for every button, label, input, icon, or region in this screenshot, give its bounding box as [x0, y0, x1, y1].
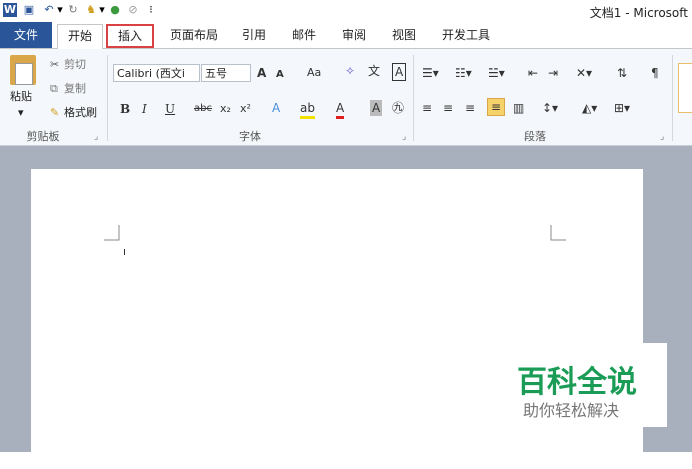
tab-references[interactable]: 引用	[236, 24, 272, 46]
align-center-icon[interactable]: ≡	[443, 100, 453, 116]
tab-file[interactable]: 文件	[0, 22, 52, 48]
save-icon[interactable]: ▣	[22, 3, 36, 17]
tab-page-layout[interactable]: 页面布局	[166, 24, 222, 46]
decrease-indent-icon[interactable]: ⇤	[528, 65, 538, 81]
superscript-icon[interactable]: x²	[240, 101, 251, 117]
distributed-icon[interactable]: ▥	[513, 100, 524, 116]
tab-home[interactable]: 开始	[57, 24, 103, 49]
group-separator	[672, 55, 673, 141]
italic-icon[interactable]: I	[142, 101, 147, 117]
justify-icon[interactable]: ≡	[487, 98, 506, 116]
paste-button[interactable]: 粘贴	[10, 89, 32, 105]
watermark-title: 百科全说	[517, 365, 637, 400]
paste-icon[interactable]	[10, 55, 36, 85]
customize-icon[interactable]: ⁝	[144, 3, 158, 17]
enclose-char-icon[interactable]: ㊈	[392, 100, 404, 116]
font-name-select[interactable]: Calibri (西文i	[113, 64, 200, 82]
text-effects-icon[interactable]: A	[272, 100, 280, 116]
clear-icon[interactable]: ⊘	[126, 3, 140, 17]
tab-view[interactable]: 视图	[386, 24, 422, 46]
tab-review[interactable]: 审阅	[336, 24, 372, 46]
paragraph-group-label: 段落	[524, 130, 546, 143]
margin-mark-top-right	[550, 225, 566, 241]
phonetic-guide-icon[interactable]: 文	[368, 63, 380, 79]
copy-button[interactable]: 复制	[64, 81, 86, 97]
format-painter-icon[interactable]: ♞	[84, 3, 98, 17]
increase-indent-icon[interactable]: ⇥	[548, 65, 558, 81]
color-icon[interactable]: ●	[108, 3, 122, 17]
text-cursor	[124, 249, 125, 255]
font-group-label: 字体	[239, 130, 261, 143]
dialog-launcher-icon[interactable]: ⌟	[94, 129, 98, 145]
tab-insert[interactable]: 插入	[106, 24, 154, 48]
ribbon-tabs: 文件 开始 插入 页面布局 引用 邮件 审阅 视图 开发工具	[0, 22, 692, 49]
watermark-subtitle: 助你轻松解决	[523, 401, 620, 420]
ribbon: 粘贴 ▾ ✂ 剪切 ⧉ 复制 ✎ 格式刷 剪贴板 ⌟ Calibri (西文i …	[0, 49, 692, 146]
highlight-icon[interactable]: ab	[300, 100, 315, 119]
dropdown-icon[interactable]: ▾	[56, 3, 64, 17]
window-title: 文档1 - Microsoft	[589, 6, 688, 20]
character-shading-icon[interactable]: A	[370, 100, 383, 116]
tab-developer[interactable]: 开发工具	[436, 24, 496, 46]
multilevel-list-icon[interactable]: ☱▾	[488, 65, 505, 81]
redo-icon[interactable]: ↻	[66, 3, 80, 17]
scissors-icon[interactable]: ✂	[50, 57, 59, 73]
borders-icon[interactable]: ⊞▾	[614, 100, 630, 116]
align-left-icon[interactable]: ≡	[422, 100, 432, 116]
margin-mark-top-left	[104, 225, 120, 241]
cut-button[interactable]: 剪切	[64, 57, 86, 73]
change-case-icon[interactable]: Aa	[307, 65, 321, 81]
clipboard-group-label: 剪贴板	[26, 130, 60, 143]
copy-icon[interactable]: ⧉	[50, 81, 58, 97]
watermark-logo: 百科全说 助你轻松解决	[510, 343, 667, 427]
clear-format-icon[interactable]: ✧	[345, 63, 355, 79]
chinese-layout-icon[interactable]: ✕▾	[576, 65, 592, 81]
align-right-icon[interactable]: ≡	[465, 100, 475, 116]
bold-icon[interactable]: B	[120, 101, 130, 117]
brush-icon[interactable]: ✎	[50, 105, 59, 121]
tab-mailings[interactable]: 邮件	[286, 24, 322, 46]
styles-gallery-item[interactable]	[678, 63, 692, 113]
show-marks-icon[interactable]: ¶	[651, 65, 659, 81]
group-separator	[413, 55, 414, 141]
group-separator	[107, 55, 108, 141]
sort-icon[interactable]: ⇅	[617, 65, 627, 81]
subscript-icon[interactable]: x₂	[220, 101, 231, 117]
word-icon: W	[3, 3, 17, 17]
bullets-icon[interactable]: ☰▾	[422, 65, 439, 81]
paste-dropdown-icon[interactable]: ▾	[18, 105, 24, 121]
shading-icon[interactable]: ◭▾	[582, 100, 597, 116]
format-painter-button[interactable]: 格式刷	[64, 105, 97, 121]
line-spacing-icon[interactable]: ↕▾	[542, 100, 558, 116]
dialog-launcher-icon[interactable]: ⌟	[660, 129, 664, 145]
grow-font-icon[interactable]: A	[257, 65, 266, 81]
font-size-select[interactable]: 五号	[201, 64, 251, 82]
quick-access-toolbar: W ▣ ↶ ▾ ↻ ♞ ▾ ● ⊘ ⁝ 文档1 - Microsoft	[0, 0, 692, 22]
numbering-icon[interactable]: ☷▾	[455, 65, 472, 81]
shrink-font-icon[interactable]: A	[276, 67, 284, 83]
strikethrough-icon[interactable]: abc	[194, 101, 212, 117]
font-color-icon[interactable]: A	[336, 100, 345, 119]
dropdown-icon[interactable]: ▾	[98, 3, 106, 17]
dialog-launcher-icon[interactable]: ⌟	[402, 129, 406, 145]
underline-icon[interactable]: U	[165, 101, 175, 117]
character-border-icon[interactable]: A	[392, 63, 407, 81]
undo-icon[interactable]: ↶	[42, 3, 56, 17]
